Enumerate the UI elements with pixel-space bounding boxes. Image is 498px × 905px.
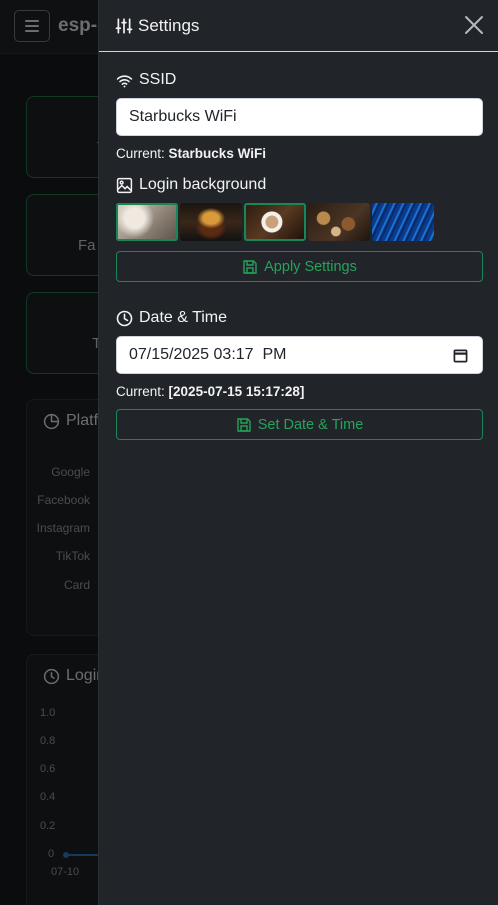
apply-settings-button[interactable]: Apply Settings xyxy=(116,251,483,282)
fiber-optic-thumbnail[interactable] xyxy=(372,203,434,241)
date-time-current: Current: [2025-07-15 15:17:28] xyxy=(116,384,305,399)
coffee-thumbnail[interactable] xyxy=(244,203,306,241)
save-icon xyxy=(237,417,251,432)
ssid-label: SSID xyxy=(116,70,482,90)
calendar-icon[interactable] xyxy=(453,348,468,363)
drawer-body: SSID Current: Starbucks WiFi Login backg… xyxy=(99,52,498,440)
background-thumbnails xyxy=(116,203,482,243)
settings-drawer: Settings SSID Current: Starbucks WiFi xyxy=(98,0,498,905)
date-time-label: Date & Time xyxy=(116,308,482,328)
drawer-header: Settings xyxy=(99,0,498,52)
set-date-time-button[interactable]: Set Date & Time xyxy=(116,409,483,440)
date-time-current-value: [2025-07-15 15:17:28] xyxy=(168,384,305,399)
image-icon xyxy=(116,177,133,193)
date-time-value: 07/15/2025 03:17 PM xyxy=(129,346,287,363)
wifi-icon xyxy=(116,74,133,87)
burger-thumbnail[interactable] xyxy=(180,203,242,241)
ssid-current: Current: Starbucks WiFi xyxy=(116,146,266,161)
login-background-label: Login background xyxy=(116,175,482,195)
ssid-input[interactable] xyxy=(116,98,483,136)
clock-icon xyxy=(116,310,133,326)
wedding-thumbnail[interactable] xyxy=(116,203,178,241)
save-icon xyxy=(243,259,257,274)
pastries-thumbnail[interactable] xyxy=(308,203,370,241)
ssid-current-value: Starbucks WiFi xyxy=(168,146,266,161)
sliders-icon xyxy=(115,17,133,34)
drawer-title-text: Settings xyxy=(138,15,200,35)
close-icon[interactable] xyxy=(464,15,484,35)
date-time-input[interactable]: 07/15/2025 03:17 PM xyxy=(116,336,483,374)
drawer-title: Settings xyxy=(115,16,199,36)
